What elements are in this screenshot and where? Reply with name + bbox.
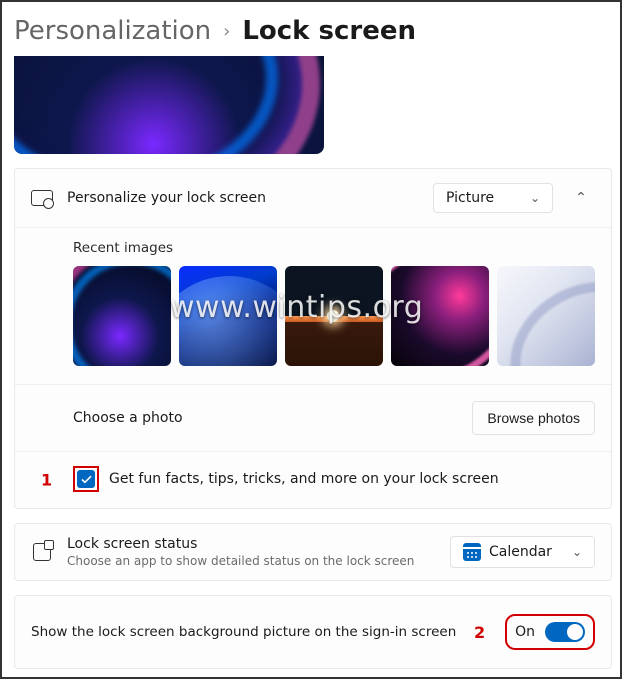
personalize-card: Personalize your lock screen Picture ⌄ ⌃… bbox=[14, 168, 612, 509]
personalize-mode-value: Picture bbox=[446, 190, 494, 206]
recent-image-thumb[interactable] bbox=[497, 266, 595, 366]
breadcrumb-parent[interactable]: Personalization bbox=[14, 16, 211, 46]
choose-photo-row: Choose a photo Browse photos bbox=[15, 384, 611, 451]
personalize-row[interactable]: Personalize your lock screen Picture ⌄ ⌃ bbox=[15, 169, 611, 227]
browse-photos-button[interactable]: Browse photos bbox=[472, 401, 595, 435]
calendar-icon bbox=[463, 543, 481, 561]
signin-picture-row: Show the lock screen background picture … bbox=[15, 596, 611, 668]
annotation-highlight-2: On bbox=[505, 614, 595, 650]
fun-facts-label: Get fun facts, tips, tricks, and more on… bbox=[109, 471, 499, 487]
annotation-marker-1: 1 bbox=[41, 471, 52, 490]
status-app-value: Calendar bbox=[489, 544, 552, 560]
lockscreen-status-title: Lock screen status bbox=[67, 536, 436, 552]
choose-photo-label: Choose a photo bbox=[73, 410, 183, 426]
chevron-up-icon[interactable]: ⌃ bbox=[567, 190, 595, 206]
lockscreen-preview-image bbox=[14, 56, 324, 154]
check-icon bbox=[80, 473, 93, 486]
recent-image-thumb[interactable] bbox=[179, 266, 277, 366]
annotation-marker-2: 2 bbox=[474, 623, 485, 642]
recent-images-section: Recent images bbox=[15, 227, 611, 384]
lockscreen-icon bbox=[31, 187, 53, 209]
breadcrumb-current: Lock screen bbox=[242, 16, 416, 46]
personalize-mode-select[interactable]: Picture ⌄ bbox=[433, 183, 553, 213]
breadcrumb: Personalization › Lock screen bbox=[8, 10, 620, 56]
signin-picture-card: Show the lock screen background picture … bbox=[14, 595, 612, 669]
chevron-down-icon: ⌄ bbox=[530, 191, 540, 205]
signin-toggle[interactable] bbox=[545, 622, 585, 642]
signin-toggle-label: On bbox=[515, 624, 535, 640]
recent-image-thumb[interactable] bbox=[285, 266, 383, 366]
lockscreen-status-card: Lock screen status Choose an app to show… bbox=[14, 523, 612, 581]
fun-facts-checkbox[interactable] bbox=[77, 470, 95, 488]
status-icon bbox=[31, 541, 53, 563]
recent-image-thumb[interactable] bbox=[391, 266, 489, 366]
recent-images-row bbox=[73, 266, 595, 366]
chevron-right-icon: › bbox=[223, 21, 230, 42]
lockscreen-status-subtitle: Choose an app to show detailed status on… bbox=[67, 554, 436, 568]
annotation-highlight-1 bbox=[73, 466, 99, 492]
recent-images-title: Recent images bbox=[73, 240, 595, 256]
chevron-down-icon: ⌄ bbox=[572, 545, 582, 559]
personalize-label: Personalize your lock screen bbox=[67, 190, 419, 206]
lockscreen-status-row[interactable]: Lock screen status Choose an app to show… bbox=[15, 524, 611, 580]
recent-image-thumb[interactable] bbox=[73, 266, 171, 366]
status-app-select[interactable]: Calendar ⌄ bbox=[450, 536, 595, 568]
signin-picture-label: Show the lock screen background picture … bbox=[31, 624, 460, 640]
fun-facts-row[interactable]: 1 Get fun facts, tips, tricks, and more … bbox=[15, 451, 611, 508]
